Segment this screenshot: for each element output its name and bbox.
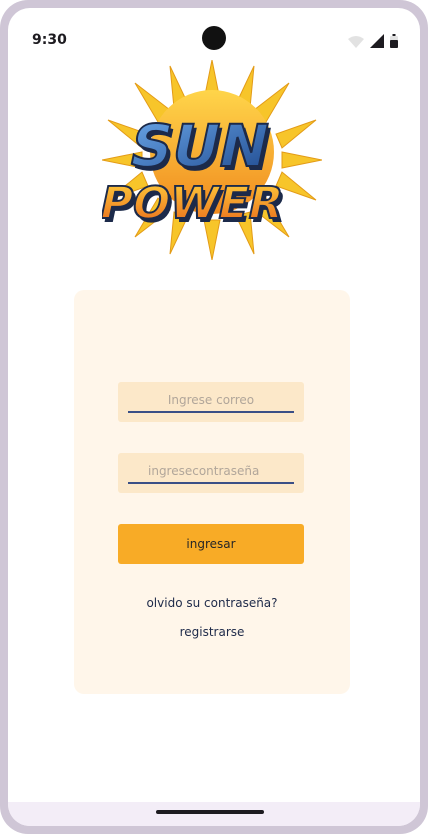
device-frame: 9:30 SUN SUN POWER POWER Ingrese correo … [0, 0, 428, 834]
camera-cutout [202, 26, 226, 50]
navigation-bar [8, 802, 420, 826]
phone-screen: 9:30 SUN SUN POWER POWER Ingrese correo … [8, 8, 420, 826]
login-card: ingresar olvido su contraseña? registrar… [74, 290, 350, 694]
status-time: 9:30 [32, 32, 67, 48]
register-link[interactable]: registrarse [74, 625, 350, 639]
signal-icon [370, 34, 384, 48]
email-underline [128, 411, 294, 413]
home-indicator[interactable] [156, 810, 264, 814]
password-underline [128, 482, 294, 484]
password-field[interactable] [118, 453, 304, 493]
wifi-icon [348, 36, 364, 48]
logo-sun-text: SUN [124, 113, 276, 180]
forgot-password-link[interactable]: olvido su contraseña? [74, 596, 350, 610]
email-field[interactable] [118, 382, 304, 422]
logo-power-text: POWER [102, 178, 288, 228]
sun-power-logo: SUN SUN POWER POWER [94, 59, 323, 261]
battery-icon [390, 34, 398, 48]
status-bar: 9:30 [8, 8, 420, 64]
status-icons [348, 34, 398, 48]
sun-power-logo-graphic: SUN SUN POWER POWER [94, 59, 323, 261]
login-button[interactable]: ingresar [118, 524, 304, 564]
